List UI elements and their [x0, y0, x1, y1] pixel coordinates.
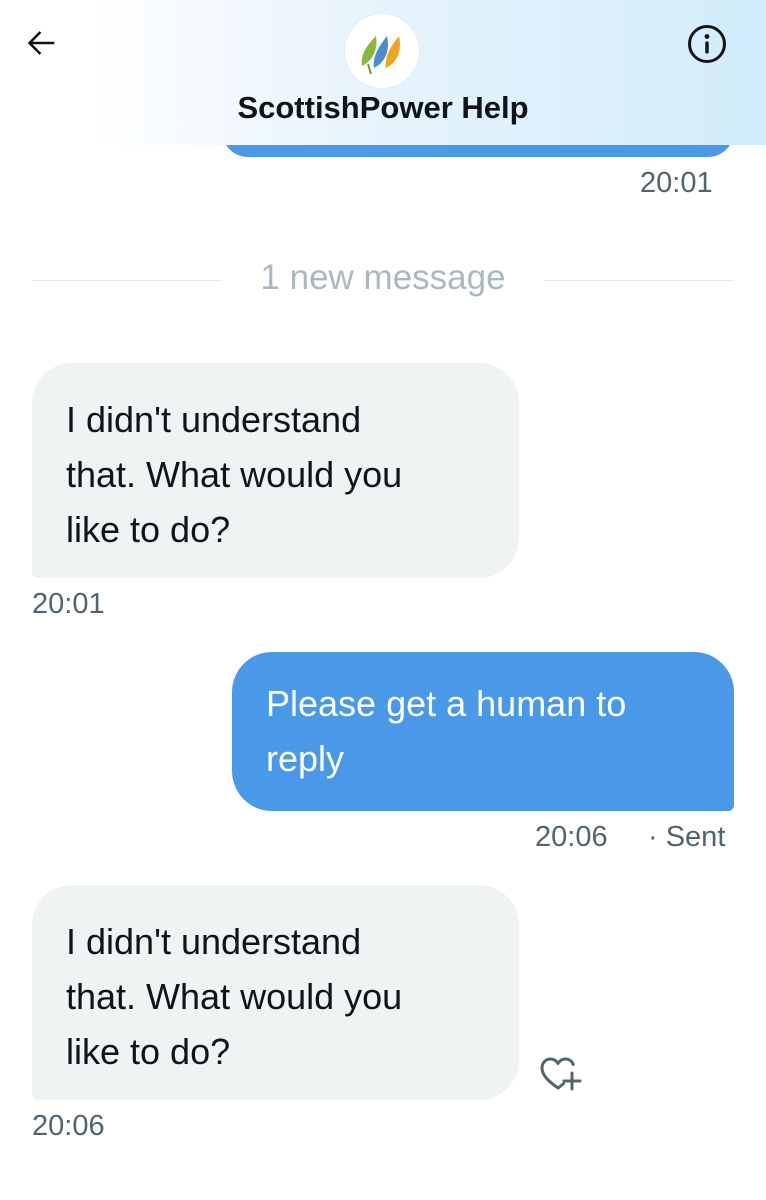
sent-message-bubble[interactable]: Please get a human to reply — [232, 652, 734, 811]
scottishpower-logo — [361, 36, 400, 75]
conversation-header: ScottishPower Help — [0, 0, 766, 145]
conversation-info-button[interactable] — [684, 21, 730, 67]
divider-line — [32, 280, 222, 281]
conversation-title[interactable]: ScottishPower Help — [0, 88, 766, 128]
message-timestamp: 20:06 — [32, 1110, 105, 1142]
react-button[interactable] — [536, 1054, 584, 1094]
message-timestamp: 20:06 — [535, 821, 608, 853]
new-message-divider: 1 new message — [260, 258, 506, 297]
message-status: · Sent — [648, 821, 726, 853]
message-timestamp: 20:01 — [640, 167, 713, 199]
arrow-left-icon — [27, 31, 55, 55]
divider-line — [544, 280, 734, 281]
received-message-bubble[interactable]: I didn't understand that. What would you… — [32, 363, 519, 578]
back-button[interactable] — [18, 20, 64, 66]
received-message-bubble[interactable]: I didn't understand that. What would you… — [32, 885, 519, 1100]
avatar[interactable] — [345, 14, 419, 88]
dm-conversation-screen: ScottishPower Help 20:01 1 new message I… — [0, 0, 766, 1200]
heart-plus-icon — [540, 1057, 582, 1091]
info-icon — [688, 25, 726, 63]
message-timestamp: 20:01 — [32, 588, 105, 620]
